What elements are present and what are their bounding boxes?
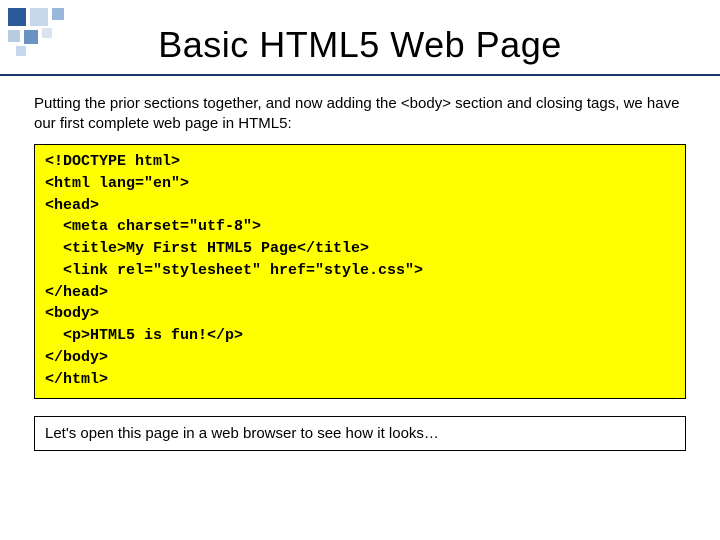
intro-text: Putting the prior sections together, and…	[34, 94, 686, 135]
slide-title: Basic HTML5 Web Page	[0, 24, 720, 66]
code-example-box: <!DOCTYPE html> <html lang="en"> <head> …	[34, 144, 686, 399]
footer-note: Let's open this page in a web browser to…	[34, 416, 686, 451]
title-underline	[0, 74, 720, 76]
